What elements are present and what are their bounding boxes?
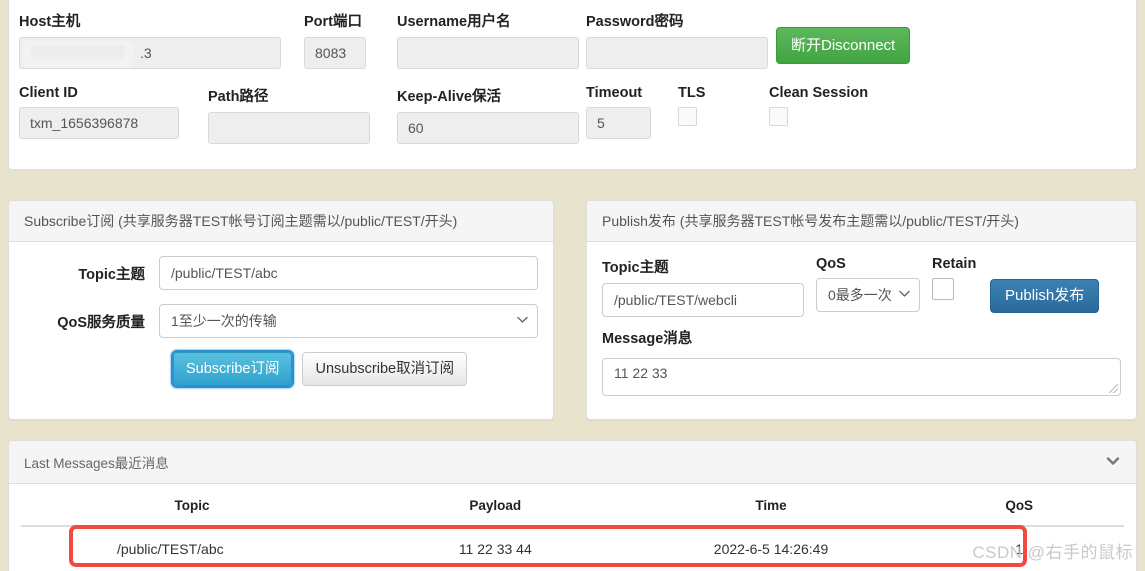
chevron-down-icon[interactable]	[1106, 454, 1120, 465]
publish-topic-input[interactable]: /public/TEST/webcli	[602, 283, 804, 317]
subscribe-panel: Subscribe订阅 (共享服务器TEST帐号订阅主题需以/public/TE…	[8, 200, 554, 420]
field-group-tls: TLS	[678, 85, 705, 126]
port-input[interactable]: 8083	[304, 37, 366, 69]
field-group-username: Username用户名	[397, 10, 579, 69]
subscribe-panel-heading: Subscribe订阅 (共享服务器TEST帐号订阅主题需以/public/TE…	[9, 201, 553, 242]
chevron-down-icon	[899, 290, 910, 300]
messages-header-row: Topic Payload Time QoS	[21, 484, 1124, 527]
clean-session-label: Clean Session	[769, 85, 869, 101]
column-header-time: Time	[627, 484, 915, 527]
last-messages-body: Topic Payload Time QoS /public/TEST/abc …	[9, 484, 1136, 571]
host-label: Host主机	[19, 14, 81, 30]
column-header-payload: Payload	[362, 484, 628, 527]
timeout-input[interactable]: 5	[586, 107, 651, 139]
publish-message-value: 11 22 33	[614, 365, 668, 381]
password-input[interactable]	[586, 37, 768, 69]
publish-retain-label: Retain	[932, 256, 977, 272]
unsubscribe-button[interactable]: Unsubscribe取消订阅	[302, 352, 468, 386]
subscribe-topic-label: Topic主题	[78, 266, 145, 283]
subscribe-qos-row: QoS服务质量 1至少一次的传输	[24, 304, 538, 338]
subscribe-topic-row: Topic主题 /public/TEST/abc	[24, 256, 538, 290]
tls-checkbox[interactable]	[678, 107, 697, 126]
subscribe-topic-input[interactable]: /public/TEST/abc	[159, 256, 538, 290]
field-group-password: Password密码	[586, 10, 768, 69]
publish-message-label: Message消息	[602, 331, 693, 347]
publish-panel: Publish发布 (共享服务器TEST帐号发布主题需以/public/TEST…	[586, 200, 1137, 420]
username-input[interactable]	[397, 37, 579, 69]
mqtt-web-client-page: Host主机 .3 Port端口 8083 Username用户名 Passwo…	[0, 0, 1145, 571]
disconnect-button[interactable]: 断开Disconnect	[776, 27, 911, 64]
field-group-keep-alive: Keep-Alive保活 60	[397, 85, 579, 144]
keep-alive-input[interactable]: 60	[397, 112, 579, 144]
publish-topic-group: Topic主题 /public/TEST/webcli	[602, 256, 804, 317]
host-input[interactable]: .3	[19, 37, 281, 69]
path-label: Path路径	[208, 89, 269, 105]
publish-qos-select[interactable]: 0最多一次	[816, 278, 920, 312]
port-label: Port端口	[304, 14, 362, 30]
last-messages-heading[interactable]: Last Messages最近消息	[9, 441, 1136, 484]
publish-topic-label: Topic主题	[602, 260, 669, 276]
publish-message-textarea[interactable]: 11 22 33	[602, 358, 1121, 396]
disconnect-button-wrap: 断开Disconnect	[776, 27, 911, 64]
field-group-port: Port端口 8083	[304, 10, 366, 69]
retain-checkbox[interactable]	[932, 278, 954, 300]
resize-handle-icon[interactable]	[1109, 384, 1118, 393]
client-id-label: Client ID	[19, 85, 78, 101]
publish-message-group: Message消息 11 22 33	[602, 327, 1121, 396]
field-group-path: Path路径	[208, 85, 370, 144]
field-group-clean-session: Clean Session	[769, 85, 868, 126]
subscribe-panel-body: Topic主题 /public/TEST/abc QoS服务质量 1至少一次的传…	[9, 242, 553, 398]
clean-session-checkbox[interactable]	[769, 107, 788, 126]
tls-label: TLS	[678, 85, 706, 101]
publish-top-row: Topic主题 /public/TEST/webcli QoS 0最多一次 Re…	[602, 256, 1121, 317]
subscribe-buttons-row: Subscribe订阅 Unsubscribe取消订阅	[173, 352, 538, 386]
client-id-input[interactable]: txm_1656396878	[19, 107, 179, 139]
password-label: Password密码	[586, 14, 684, 30]
watermark-text: CSDN @右手的鼠标	[972, 543, 1133, 562]
connection-panel: Host主机 .3 Port端口 8083 Username用户名 Passwo…	[8, 0, 1137, 170]
publish-qos-value: 0最多一次	[828, 287, 892, 303]
cell-topic: /public/TEST/abc	[117, 541, 224, 557]
subscribe-button[interactable]: Subscribe订阅	[173, 352, 293, 386]
publish-retain-group: Retain	[932, 256, 978, 300]
publish-button-group: Publish发布	[990, 279, 1100, 313]
path-input[interactable]	[208, 112, 370, 144]
chevron-down-icon	[517, 316, 528, 326]
last-messages-panel: Last Messages最近消息 Topic Payload Time QoS	[8, 440, 1137, 571]
timeout-label: Timeout	[586, 85, 643, 101]
cell-time: 2022-6-5 14:26:49	[713, 541, 829, 557]
publish-panel-body: Topic主题 /public/TEST/webcli QoS 0最多一次 Re…	[587, 242, 1136, 408]
last-messages-title: Last Messages最近消息	[24, 456, 169, 471]
publish-button[interactable]: Publish发布	[990, 279, 1100, 313]
subscribe-qos-label: QoS服务质量	[57, 314, 145, 331]
keep-alive-label: Keep-Alive保活	[397, 89, 501, 105]
messages-table-head: Topic Payload Time QoS	[21, 484, 1124, 527]
username-label: Username用户名	[397, 14, 511, 30]
field-group-client-id: Client ID txm_1656396878	[19, 85, 179, 139]
field-group-timeout: Timeout 5	[586, 85, 651, 139]
publish-panel-heading: Publish发布 (共享服务器TEST帐号发布主题需以/public/TEST…	[587, 201, 1136, 242]
field-group-host: Host主机 .3	[19, 10, 281, 69]
publish-qos-group: QoS 0最多一次	[816, 256, 920, 312]
cell-payload: 11 22 33 44	[458, 541, 532, 557]
table-row[interactable]: /public/TEST/abc 11 22 33 44 2022-6-5 14…	[21, 526, 1124, 571]
publish-qos-label: QoS	[816, 256, 846, 272]
column-header-qos: QoS	[914, 484, 1124, 527]
messages-table-body: /public/TEST/abc 11 22 33 44 2022-6-5 14…	[21, 526, 1124, 571]
column-header-topic: Topic	[21, 484, 363, 527]
host-redaction-mask	[23, 41, 133, 67]
messages-table: Topic Payload Time QoS /public/TEST/abc …	[21, 484, 1124, 571]
subscribe-qos-value: 1至少一次的传输	[171, 313, 277, 329]
subscribe-qos-select[interactable]: 1至少一次的传输	[159, 304, 538, 338]
